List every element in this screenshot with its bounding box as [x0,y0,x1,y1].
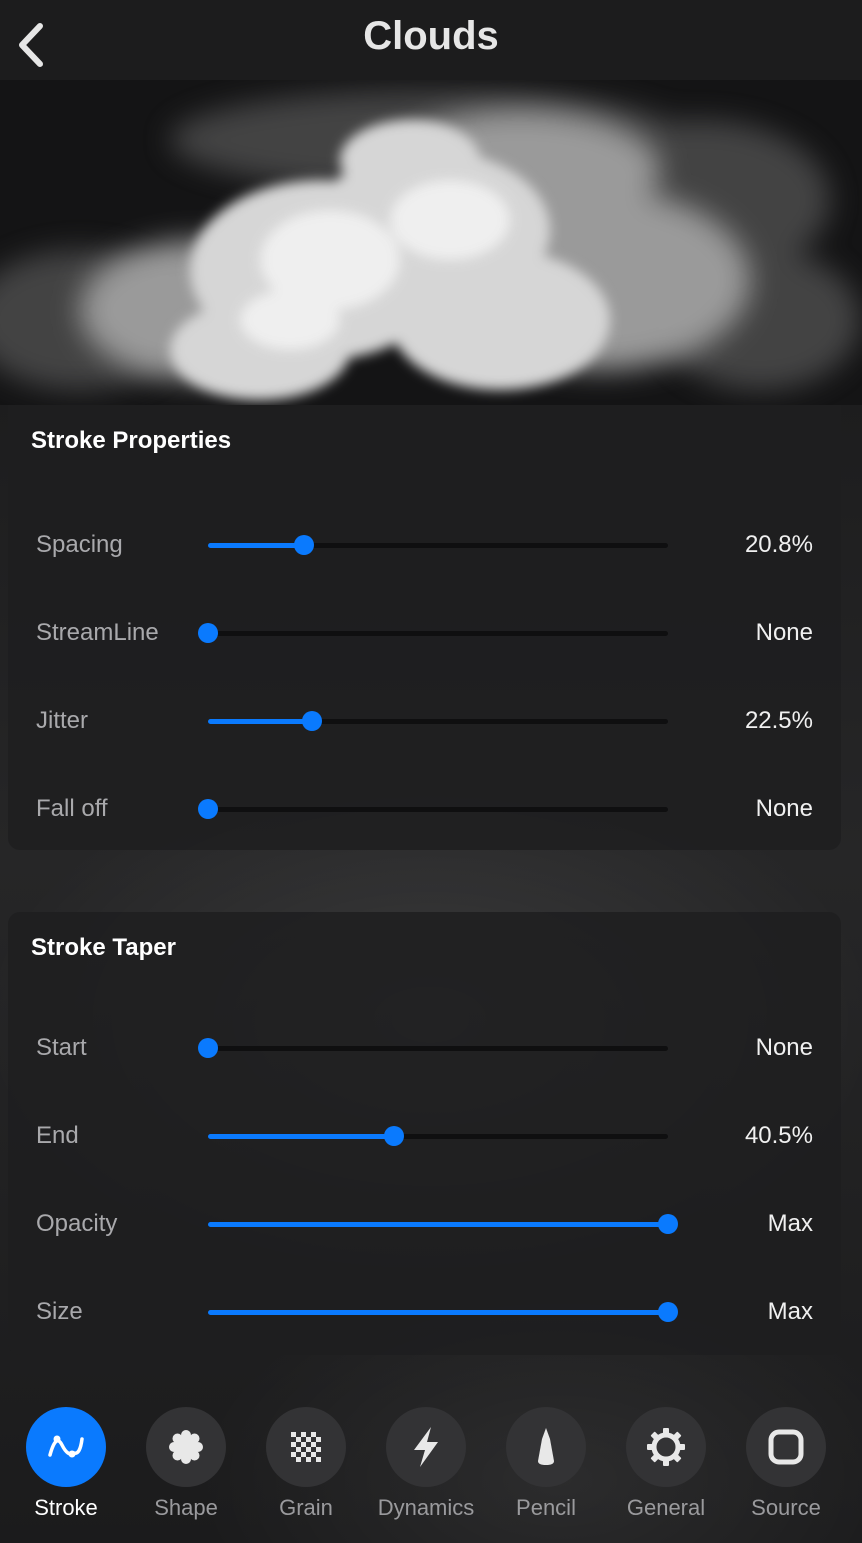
stroke-properties-card: Stroke Properties Spacing 20.8% StreamLi… [8,405,841,850]
tab-pencil-circle [506,1407,586,1487]
fall-off-label: Fall off [36,795,108,822]
streamline-row: StreamLine None [8,603,841,663]
start-slider-thumb[interactable] [198,1038,218,1058]
jitter-value: 22.5% [744,707,813,734]
start-row: Start None [8,1018,841,1078]
opacity-slider-thumb[interactable] [658,1214,678,1234]
opacity-row: Opacity Max [8,1194,841,1254]
brush-preview [0,80,862,405]
source-square-icon [768,1429,804,1465]
tab-general[interactable]: General [606,1407,726,1527]
start-label: Start [36,1034,87,1061]
size-label: Size [36,1298,83,1325]
stroke-properties-title: Stroke Properties [31,427,232,454]
opacity-label: Opacity [36,1210,118,1237]
size-slider-fill [208,1310,668,1315]
gear-icon [647,1428,685,1466]
tab-grain[interactable]: Grain [246,1407,366,1527]
tab-stroke-circle [26,1407,106,1487]
streamline-slider[interactable] [198,623,668,643]
tab-grain-circle [266,1407,346,1487]
jitter-slider[interactable] [208,711,668,731]
cloud-stroke-image [0,80,862,405]
size-slider-thumb[interactable] [658,1302,678,1322]
stroke-taper-card: Stroke Taper Start None End 40.5% Opacit… [8,912,841,1355]
opacity-value: Max [767,1210,813,1237]
start-slider[interactable] [198,1038,668,1058]
streamline-slider-thumb[interactable] [198,623,218,643]
streamline-value: None [755,619,813,646]
fall-off-slider-thumb[interactable] [198,799,218,819]
spacing-value: 20.8% [744,531,813,558]
lightning-icon [414,1427,438,1467]
tab-shape-circle [146,1407,226,1487]
tab-stroke[interactable]: Stroke [6,1407,126,1527]
tab-shape[interactable]: Shape [126,1407,246,1527]
jitter-slider-thumb[interactable] [301,711,322,731]
tab-source[interactable]: Source [726,1407,846,1527]
tab-stroke-label: Stroke [34,1495,98,1520]
grain-icon [291,1432,321,1462]
fall-off-slider[interactable] [198,799,668,819]
tab-shape-label: Shape [154,1495,218,1520]
jitter-slider-fill [208,719,312,724]
spacing-slider[interactable] [208,535,668,555]
jitter-label: Jitter [36,707,89,734]
start-value: None [755,1034,813,1061]
end-slider-fill [208,1134,395,1139]
header: Clouds [0,0,862,80]
tab-pencil[interactable]: Pencil [486,1407,606,1527]
size-slider[interactable] [208,1302,678,1322]
end-slider[interactable] [208,1126,668,1146]
stroke-path-icon [48,1435,84,1458]
tab-pencil-label: Pencil [516,1495,576,1520]
tab-general-label: General [626,1495,706,1520]
tab-source-circle [746,1407,826,1487]
spacing-label: Spacing [36,531,123,558]
spacing-slider-fill [208,543,304,548]
tab-dynamics-circle [386,1407,466,1487]
tab-dynamics[interactable]: Dynamics [366,1407,486,1527]
page-title: Clouds [363,14,499,58]
size-row: Size Max [8,1282,841,1342]
shape-icon [169,1430,203,1464]
opacity-slider-fill [208,1222,668,1227]
spacing-row: Spacing 20.8% [8,515,841,575]
tab-dynamics-label: Dynamics [377,1495,475,1520]
brush-settings-tab-bar: Stroke Shape Grain Dynamics Pencil Gener… [0,1395,862,1543]
tab-general-circle [626,1407,706,1487]
end-row: End 40.5% [8,1106,841,1166]
size-value: Max [767,1298,813,1325]
end-label: End [36,1122,79,1149]
spacing-slider-thumb[interactable] [293,535,314,555]
tab-source-label: Source [751,1495,821,1520]
streamline-label: StreamLine [36,619,159,646]
fall-off-value: None [755,795,813,822]
jitter-row: Jitter 22.5% [8,691,841,751]
fall-off-row: Fall off None [8,779,841,839]
tab-grain-label: Grain [279,1495,333,1520]
end-value: 40.5% [744,1122,813,1149]
pencil-icon [538,1428,554,1465]
end-slider-thumb[interactable] [384,1126,405,1146]
opacity-slider[interactable] [208,1214,678,1234]
stroke-taper-title: Stroke Taper [31,934,176,961]
